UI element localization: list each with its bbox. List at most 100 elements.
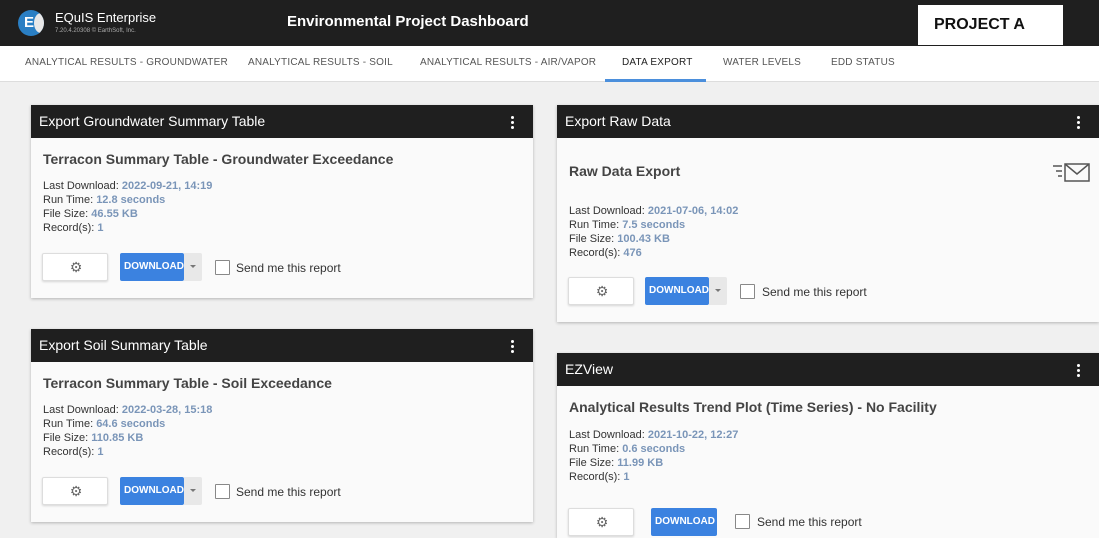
download-button[interactable]: DOWNLOAD [651,508,717,536]
more-vert-icon[interactable] [1071,360,1085,380]
tab-analytical-soil[interactable]: ANALYTICAL RESULTS - SOIL [248,57,393,68]
records-row: Record(s): 1 [43,445,212,459]
card-raw-data: Export Raw Data Raw Data Export Last Dow… [557,105,1099,322]
last-download-value: 2021-10-22, 12:27 [647,429,739,441]
run-time-value: 7.5 seconds [622,219,686,231]
records-value: 1 [97,222,104,234]
settings-button[interactable]: ⚙ [42,253,108,281]
records-label: Record(s): [569,471,624,483]
records-label: Record(s): [43,446,98,458]
card-header: Export Groundwater Summary Table [31,105,533,138]
records-label: Record(s): [43,222,98,234]
download-label: DOWNLOAD [649,285,709,296]
card-header: Export Soil Summary Table [31,329,533,362]
project-selector[interactable]: PROJECT A [918,5,1063,45]
report-title: Analytical Results Trend Plot (Time Seri… [569,399,937,415]
tab-analytical-air-vapor[interactable]: ANALYTICAL RESULTS - AIR/VAPOR [420,57,596,68]
run-time-label: Run Time: [43,194,97,206]
download-label: DOWNLOAD [124,485,184,496]
tab-bar: ANALYTICAL RESULTS - GROUNDWATER ANALYTI… [0,46,1099,82]
settings-button[interactable]: ⚙ [42,477,108,505]
gear-icon: ⚙ [69,259,83,275]
send-me-label: Send me this report [236,485,341,499]
card-soil-summary: Export Soil Summary Table Terracon Summa… [31,329,533,522]
records-value: 476 [623,247,642,259]
gear-icon: ⚙ [595,283,609,299]
email-list-icon[interactable] [1053,162,1091,184]
send-me-checkbox[interactable] [735,514,750,529]
file-size-value: 11.99 KB [617,457,664,469]
records-row: Record(s): 1 [43,221,212,235]
tab-edd-status[interactable]: EDD STATUS [831,57,895,68]
download-options-dropdown[interactable] [184,477,202,505]
run-time-label: Run Time: [43,418,97,430]
tab-water-levels[interactable]: WATER LEVELS [723,57,801,68]
card-header-title: Export Raw Data [565,113,671,129]
records-value: 1 [97,446,104,458]
report-title: Terracon Summary Table - Groundwater Exc… [43,151,394,167]
settings-button[interactable]: ⚙ [568,277,634,305]
file-size-label: File Size: [43,432,92,444]
download-label: DOWNLOAD [655,516,715,527]
gear-icon: ⚙ [595,514,609,530]
card-header: Export Raw Data [557,105,1099,138]
run-time-row: Run Time: 64.6 seconds [43,417,212,431]
run-time-value: 64.6 seconds [96,418,166,430]
send-me-label: Send me this report [757,515,862,529]
records-row: Record(s): 1 [569,470,738,484]
file-size-row: File Size: 11.99 KB [569,456,738,470]
file-size-row: File Size: 100.43 KB [569,232,738,246]
download-label: DOWNLOAD [124,261,184,272]
report-title: Terracon Summary Table - Soil Exceedance [43,375,332,391]
run-time-value: 0.6 seconds [622,443,686,455]
send-me-checkbox[interactable] [740,284,755,299]
gear-icon: ⚙ [69,483,83,499]
last-download-label: Last Download: [569,429,648,441]
last-download-row: Last Download: 2022-09-21, 14:19 [43,179,212,193]
download-button[interactable]: DOWNLOAD [645,277,709,305]
download-options-dropdown[interactable] [184,253,202,281]
report-title: Raw Data Export [569,163,681,179]
run-time-label: Run Time: [569,219,623,231]
tab-analytical-groundwater[interactable]: ANALYTICAL RESULTS - GROUNDWATER [25,57,228,68]
records-row: Record(s): 476 [569,246,738,260]
report-meta: Last Download: 2022-09-21, 14:19 Run Tim… [43,179,212,235]
brand-version: 7.20.4.20308 © EarthSoft, Inc. [55,28,136,34]
download-button[interactable]: DOWNLOAD [120,253,184,281]
run-time-row: Run Time: 12.8 seconds [43,193,212,207]
app-title: Environmental Project Dashboard [287,13,529,30]
more-vert-icon[interactable] [505,336,519,356]
last-download-value: 2022-09-21, 14:19 [121,180,213,192]
file-size-label: File Size: [43,208,92,220]
report-meta: Last Download: 2022-03-28, 15:18 Run Tim… [43,403,212,459]
file-size-label: File Size: [569,457,618,469]
download-button[interactable]: DOWNLOAD [120,477,184,505]
report-meta: Last Download: 2021-07-06, 14:02 Run Tim… [569,204,738,260]
download-options-dropdown[interactable] [709,277,727,305]
card-header: EZView [557,353,1099,386]
send-me-checkbox[interactable] [215,260,230,275]
send-me-label: Send me this report [236,261,341,275]
equis-logo-icon: E [18,10,44,36]
settings-button[interactable]: ⚙ [568,508,634,536]
card-groundwater-summary: Export Groundwater Summary Table Terraco… [31,105,533,298]
last-download-row: Last Download: 2022-03-28, 15:18 [43,403,212,417]
card-header-title: EZView [565,361,613,377]
more-vert-icon[interactable] [505,112,519,132]
tab-data-export[interactable]: DATA EXPORT [622,57,693,68]
card-ezview: EZView Analytical Results Trend Plot (Ti… [557,353,1099,538]
last-download-value: 2022-03-28, 15:18 [121,404,213,416]
report-meta: Last Download: 2021-10-22, 12:27 Run Tim… [569,428,738,484]
card-header-title: Export Soil Summary Table [39,337,208,353]
records-value: 1 [623,471,630,483]
file-size-row: File Size: 46.55 KB [43,207,212,221]
last-download-label: Last Download: [43,404,122,416]
last-download-label: Last Download: [43,180,122,192]
file-size-value: 100.43 KB [617,233,670,245]
records-label: Record(s): [569,247,624,259]
card-header-title: Export Groundwater Summary Table [39,113,266,129]
last-download-row: Last Download: 2021-07-06, 14:02 [569,204,738,218]
file-size-value: 46.55 KB [91,208,138,220]
more-vert-icon[interactable] [1071,112,1085,132]
send-me-checkbox[interactable] [215,484,230,499]
